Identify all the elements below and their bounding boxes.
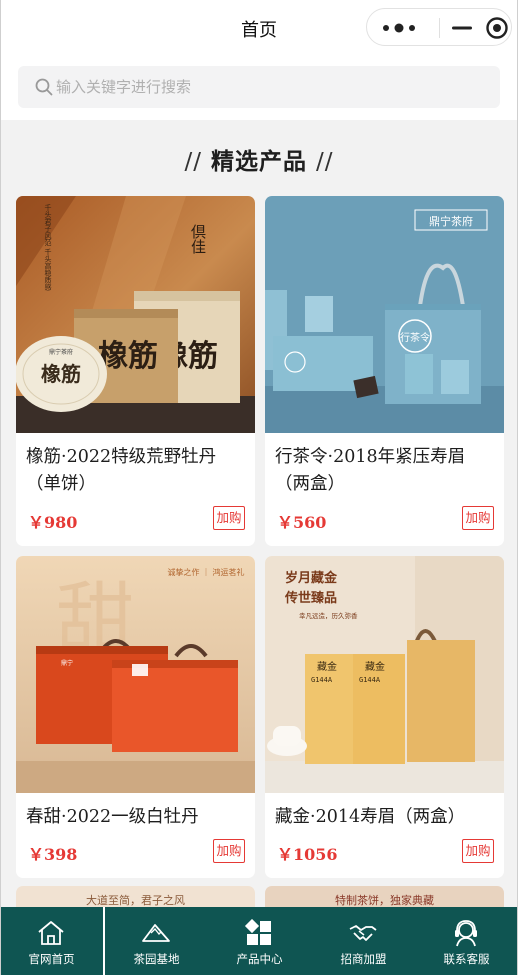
box-label-2: 藏金 bbox=[365, 660, 385, 673]
search-area bbox=[0, 56, 518, 120]
top-bar: 首页 bbox=[0, 0, 518, 56]
more-dots-icon[interactable] bbox=[381, 21, 417, 35]
product-name: 春甜·2022一级白牡丹 bbox=[26, 807, 199, 827]
product-name: 橡筋·2022特级荒野牡丹（单饼） bbox=[26, 447, 217, 494]
add-to-cart-button[interactable]: 加购 bbox=[213, 506, 245, 530]
product-card[interactable]: 甜 诚挚之作 ｜ 鸿运茗礼 鼎宁 春甜·2022一级白牡丹 ￥398 加购 bbox=[16, 556, 255, 878]
product-card[interactable]: 橡筋 橡筋 橡筋 鼎宁茶府 倶佳 千头君子风范 千头高稳质感 橡筋·2022特级… bbox=[16, 196, 255, 546]
search-input[interactable] bbox=[56, 66, 486, 108]
image-top-text: 诚挚之作 ｜ 鸿运茗礼 bbox=[167, 567, 244, 577]
section-title-suffix: // bbox=[316, 149, 334, 175]
product-image: 鼎宁茶府 行茶令 bbox=[265, 196, 504, 433]
product-card[interactable]: 岁月藏金 传世臻品 幸凡远造，历久弥香 藏金 藏金 G144A G144A 藏金… bbox=[265, 556, 504, 878]
tab-label: 联系客服 bbox=[443, 952, 490, 966]
product-price: ￥1056 bbox=[277, 845, 338, 864]
tab-label: 官网首页 bbox=[28, 952, 75, 966]
section-title-prefix: // bbox=[184, 149, 202, 175]
product-price: ￥398 bbox=[28, 845, 78, 864]
image-brand: 鼎宁茶府 bbox=[429, 214, 473, 228]
product-price: ￥980 bbox=[28, 513, 78, 532]
minus-icon[interactable] bbox=[449, 19, 475, 37]
product-image: 岁月藏金 传世臻品 幸凡远造，历久弥香 藏金 藏金 G144A G144A bbox=[265, 556, 504, 793]
box-code-2: G144A bbox=[359, 676, 381, 684]
add-to-cart-button[interactable]: 加购 bbox=[462, 506, 494, 530]
product-card[interactable]: 鼎宁茶府 行茶令 行茶令·2018年紧压寿眉（两盒） ￥560 加购 bbox=[265, 196, 504, 546]
grid-icon bbox=[244, 919, 271, 945]
tab-label: 招商加盟 bbox=[340, 952, 387, 966]
product-name: 藏金·2014寿眉（两盒） bbox=[275, 807, 466, 827]
mountain-icon bbox=[142, 924, 170, 942]
handshake-icon bbox=[349, 925, 377, 941]
tab-franchise[interactable]: 招商加盟 bbox=[312, 907, 415, 975]
cake-brand: 鼎宁茶府 bbox=[49, 348, 73, 356]
capsule-divider bbox=[439, 18, 440, 38]
tab-products[interactable]: 产品中心 bbox=[208, 907, 311, 975]
tab-tea-garden[interactable]: 茶园基地 bbox=[105, 907, 208, 975]
search-icon bbox=[35, 78, 53, 96]
mini-program-capsule bbox=[366, 8, 512, 46]
product-image: 甜 诚挚之作 ｜ 鸿运茗礼 鼎宁 bbox=[16, 556, 255, 793]
cake-calligraphy: 橡筋 bbox=[41, 362, 81, 386]
image-vertical-text: 千头君子风范 千头高稳质感 bbox=[44, 203, 52, 290]
image-headline-1: 岁月藏金 bbox=[285, 570, 338, 586]
headset-icon bbox=[455, 920, 477, 947]
tab-home[interactable]: 官网首页 bbox=[0, 907, 103, 975]
bag-label: 行茶令 bbox=[400, 331, 430, 344]
home-icon bbox=[38, 921, 64, 945]
box-calligraphy-mid: 橡筋 bbox=[98, 339, 158, 374]
box-code-1: G144A bbox=[311, 676, 333, 684]
product-price: ￥560 bbox=[277, 513, 327, 532]
target-icon[interactable] bbox=[485, 16, 509, 40]
tab-label: 茶园基地 bbox=[133, 952, 180, 966]
box-label-1: 藏金 bbox=[317, 660, 337, 673]
section-title: // 精选产品 // bbox=[0, 142, 518, 176]
bottom-tab-bar: 官网首页 茶园基地 产品中心 招商加盟 联系客服 bbox=[0, 907, 518, 975]
add-to-cart-button[interactable]: 加购 bbox=[462, 839, 494, 863]
image-headline-2: 传世臻品 bbox=[284, 590, 337, 606]
image-side-text: 倶佳 bbox=[189, 224, 207, 254]
search-box[interactable] bbox=[18, 66, 500, 108]
product-name: 行茶令·2018年紧压寿眉（两盒） bbox=[275, 447, 466, 494]
product-image: 橡筋 橡筋 橡筋 鼎宁茶府 倶佳 千头君子风范 千头高稳质感 bbox=[16, 196, 255, 433]
section-title-text: 精选产品 bbox=[211, 149, 307, 175]
tab-customer-service[interactable]: 联系客服 bbox=[415, 907, 518, 975]
tab-label: 产品中心 bbox=[236, 952, 283, 966]
image-brand: 鼎宁 bbox=[61, 659, 73, 667]
image-sub-text: 幸凡远造，历久弥香 bbox=[299, 611, 358, 620]
add-to-cart-button[interactable]: 加购 bbox=[213, 839, 245, 863]
